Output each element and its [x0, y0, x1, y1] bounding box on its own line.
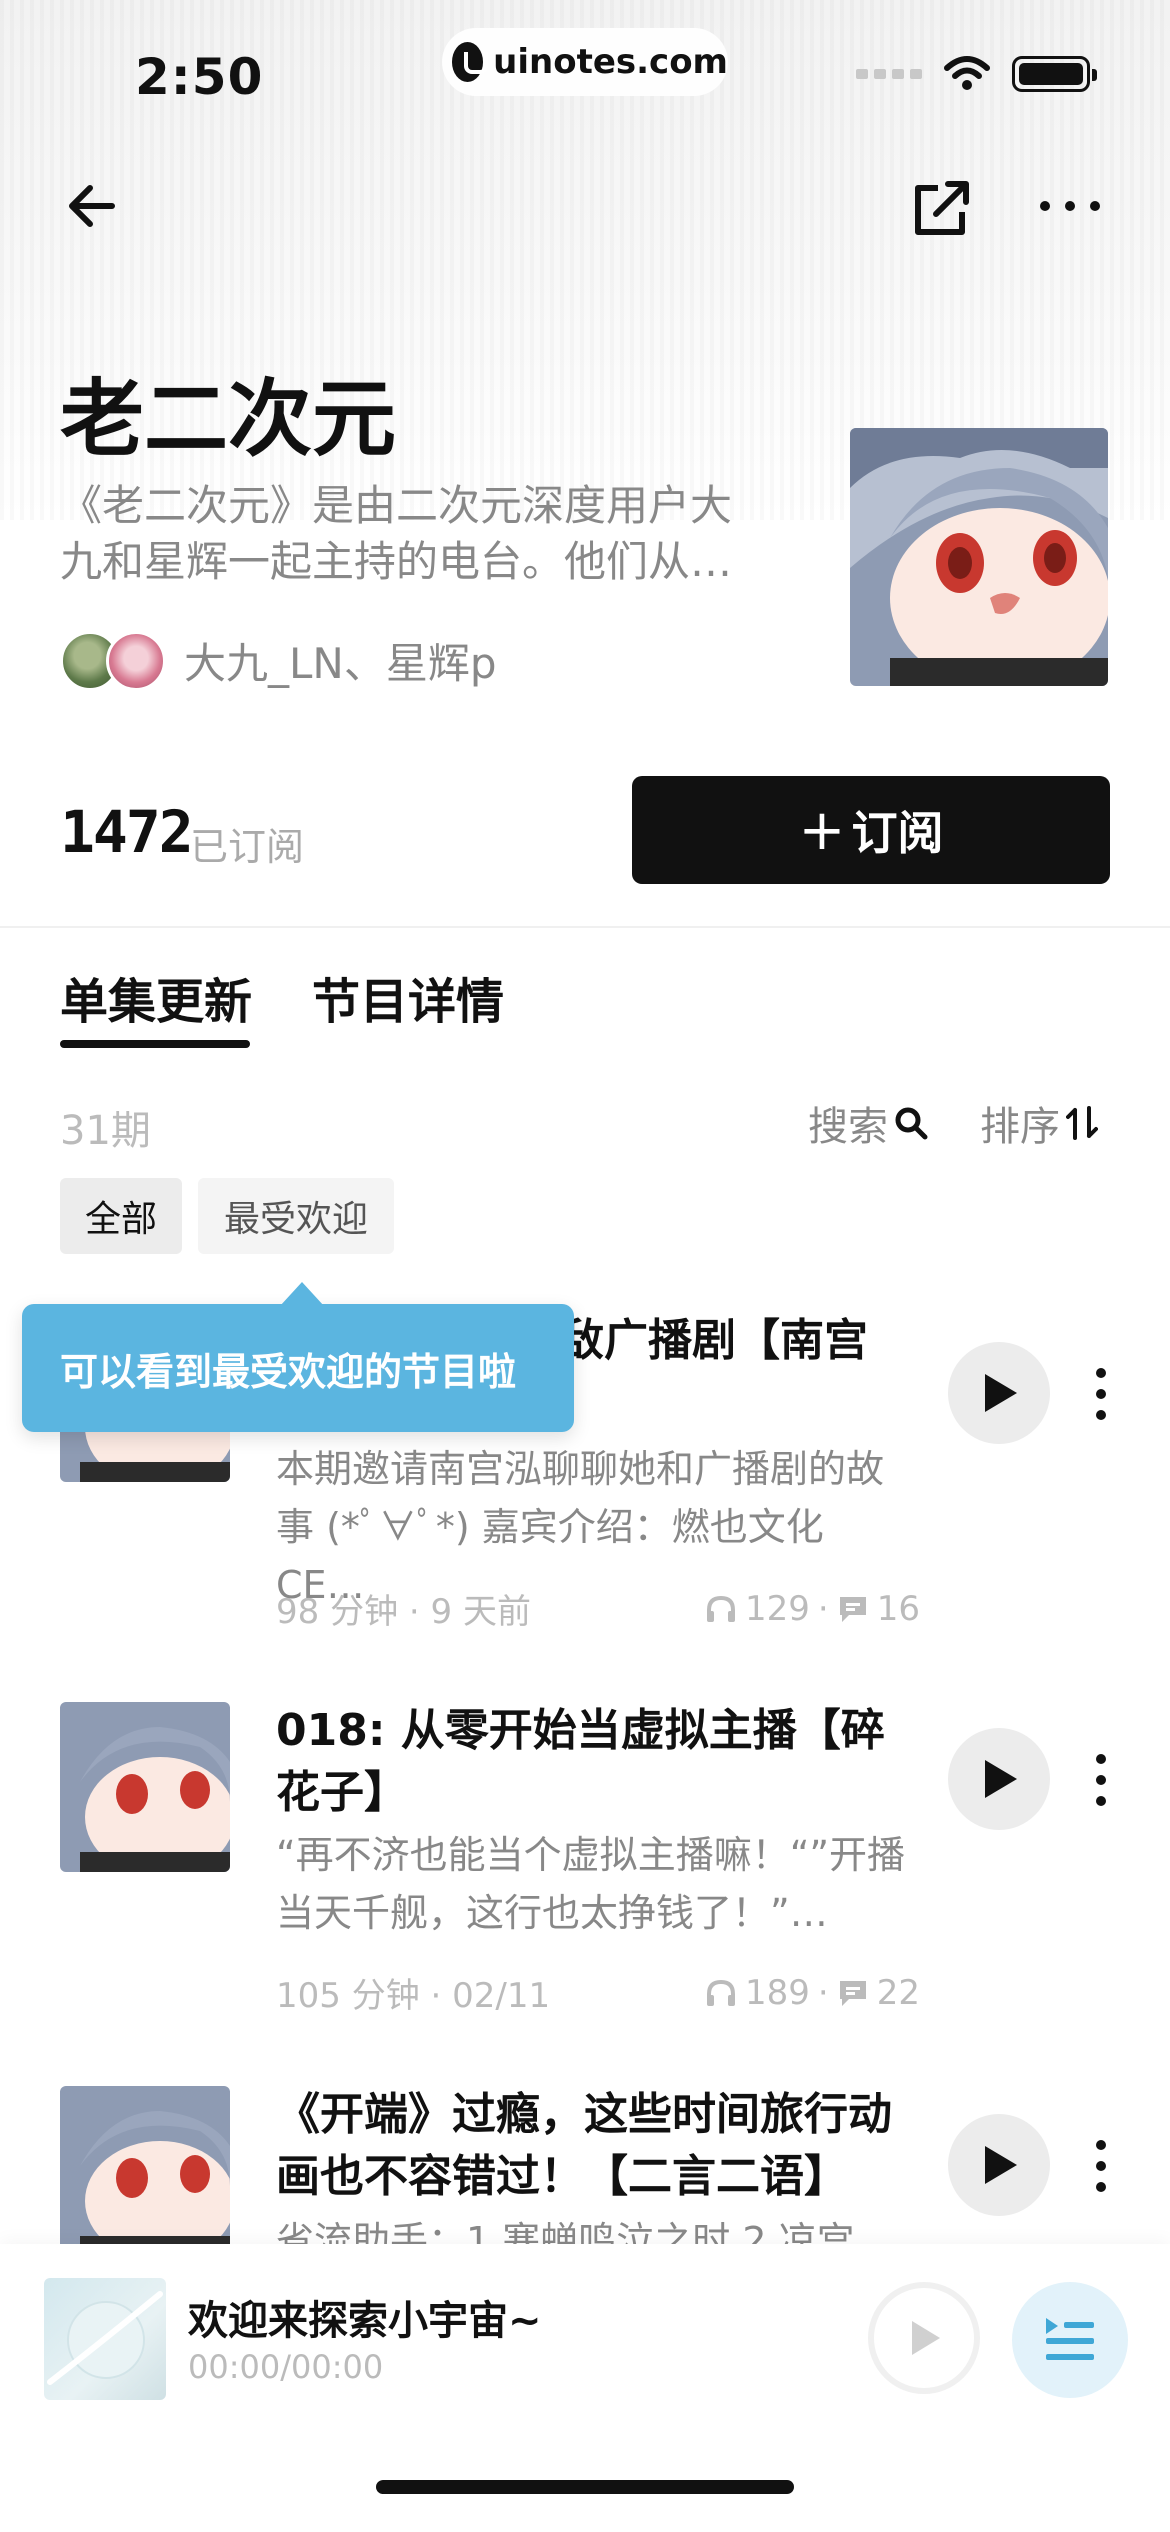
share-icon[interactable] [910, 176, 974, 240]
section-divider [0, 926, 1170, 928]
headphones-icon [707, 1595, 736, 1622]
show-description[interactable]: 《老二次元》是由二次元深度用户大九和星辉一起主持的电台。他们从… [60, 478, 760, 590]
episode-play-button[interactable] [948, 2114, 1050, 2216]
episode-duration: 98 分钟 [276, 1592, 399, 1632]
back-arrow-icon[interactable] [62, 176, 122, 236]
tab-show-details[interactable]: 节目详情 [312, 962, 504, 1032]
episode-date: 02/11 [452, 1976, 551, 2016]
sort-label: 排序 [980, 1104, 1060, 1150]
episode-more-icon[interactable] [1096, 1368, 1106, 1420]
plus-icon: + [798, 797, 846, 863]
show-title: 老二次元 [60, 370, 397, 468]
play-icon [985, 1760, 1017, 1798]
hosts-row[interactable]: 大九_LN、星辉p [60, 630, 496, 691]
search-button[interactable]: 搜索 [808, 1094, 928, 1152]
more-options-icon[interactable] [1040, 196, 1100, 216]
playlist-button[interactable] [1012, 2282, 1128, 2398]
episode-description[interactable]: “再不济也能当个虚拟主播嘛！“”开播当天千舰，这行也太挣钱了！”… [276, 1826, 916, 1942]
subscribe-label: 订阅 [851, 806, 944, 860]
episode-cover[interactable] [60, 1702, 230, 1872]
headphones-icon [707, 1979, 736, 2006]
search-icon [895, 1107, 928, 1140]
status-time: 2:50 [135, 48, 264, 106]
search-label: 搜索 [808, 1104, 888, 1150]
episode-count: 31期 [60, 1108, 151, 1154]
comment-icon [839, 1980, 866, 2006]
subscriber-count: 1472 [60, 798, 194, 866]
site-label: uinotes.com [493, 42, 728, 82]
subscriber-label: 已订阅 [190, 825, 305, 869]
mini-player-cover [44, 2278, 166, 2400]
episode-comments: 22 [876, 1972, 920, 2013]
sort-button[interactable]: 排序 [980, 1094, 1098, 1152]
site-pill: uinotes.com [442, 28, 728, 96]
episode-meta: 105 分钟 · 02/11 189 · 22 [276, 1972, 920, 2017]
episode-plays: 189 [745, 1972, 810, 2013]
episode-cover[interactable] [60, 2086, 230, 2256]
episode-title[interactable]: 《开端》过瘾，这些时间旅行动画也不容错过！【二言二语】 [276, 2084, 916, 2208]
host-avatar [106, 630, 166, 691]
episode-title[interactable]: 敌广播剧【南宫 [560, 1310, 920, 1372]
show-cover-image [850, 428, 1108, 686]
episode-comments: 16 [876, 1588, 920, 1629]
popular-tooltip[interactable]: 可以看到最受欢迎的节目啦 [22, 1282, 574, 1432]
episode-duration: 105 分钟 [276, 1976, 420, 2016]
active-tab-indicator [60, 1040, 250, 1048]
cellular-signal-icon [856, 69, 922, 79]
playlist-icon [1046, 2318, 1094, 2360]
mini-player-title: 欢迎来探索小宇宙~ [188, 2298, 542, 2344]
episode-date: 9 天前 [430, 1592, 531, 1632]
wifi-icon [944, 56, 990, 90]
play-icon [985, 2146, 1017, 2184]
site-logo-icon [452, 42, 489, 82]
filter-all[interactable]: 全部 [60, 1178, 182, 1254]
comment-icon [839, 1596, 866, 1622]
episode-more-icon[interactable] [1096, 2140, 1106, 2192]
play-icon [912, 2321, 940, 2355]
status-indicators [856, 56, 1097, 92]
episode-play-button[interactable] [948, 1342, 1050, 1444]
tab-episodes[interactable]: 单集更新 [60, 962, 252, 1032]
episode-title[interactable]: 018: 从零开始当虚拟主播【碎花子】 [276, 1700, 916, 1824]
sort-icon [1066, 1106, 1098, 1140]
episode-plays: 129 [745, 1588, 810, 1629]
mini-player-play-button[interactable] [868, 2282, 980, 2394]
episode-more-icon[interactable] [1096, 1754, 1106, 1806]
subscribe-button[interactable]: + 订阅 [632, 776, 1110, 884]
play-icon [985, 1374, 1017, 1412]
host-names: 大九_LN、星辉p [184, 639, 497, 688]
mini-player-time: 00:00/00:00 [188, 2348, 384, 2386]
episode-play-button[interactable] [948, 1728, 1050, 1830]
filter-most-popular[interactable]: 最受欢迎 [198, 1178, 394, 1254]
episode-meta: 98 分钟 · 9 天前 129 · 16 [276, 1588, 920, 1633]
battery-icon [1012, 56, 1097, 92]
home-indicator[interactable] [376, 2480, 794, 2494]
